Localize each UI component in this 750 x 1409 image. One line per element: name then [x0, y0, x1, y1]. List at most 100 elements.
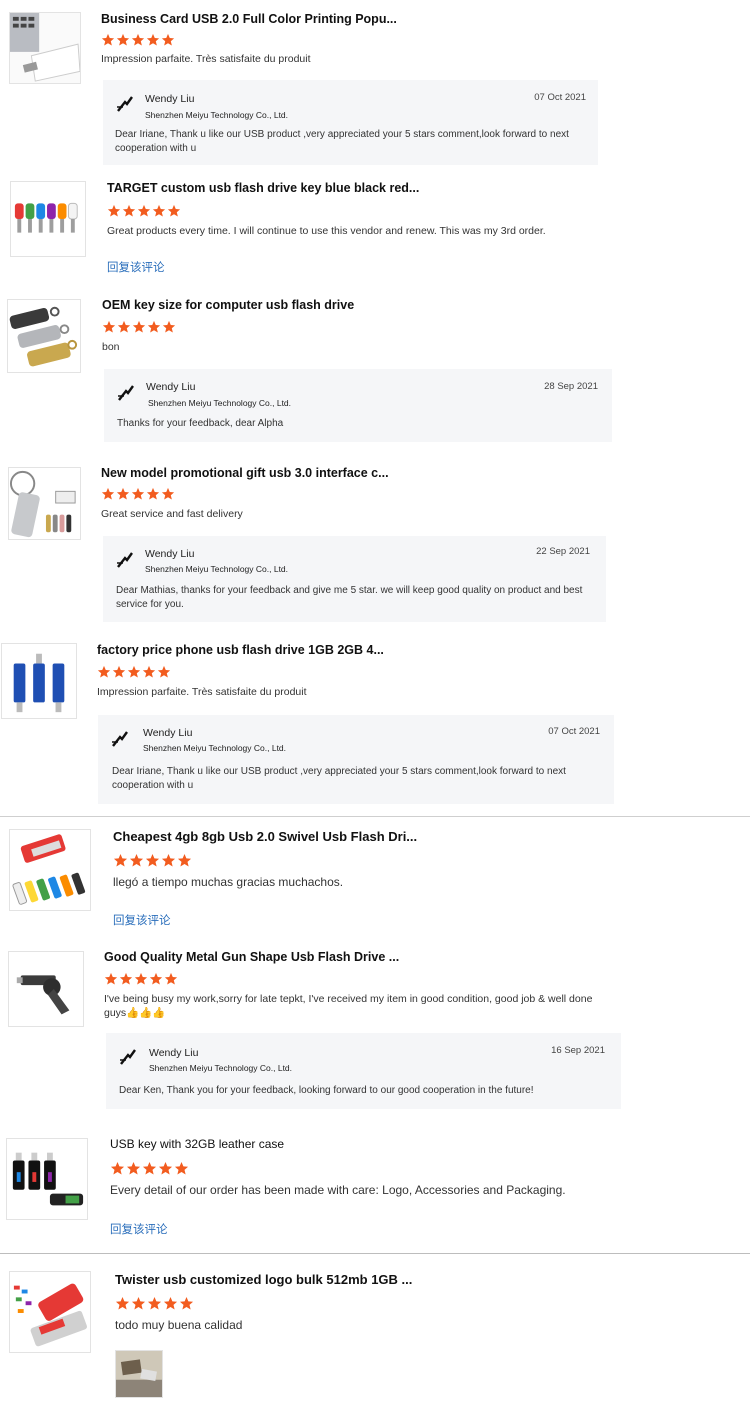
- product-title[interactable]: Twister usb customized logo bulk 512mb 1…: [115, 1272, 412, 1287]
- star-icon: [161, 33, 175, 46]
- product-title[interactable]: factory price phone usb flash drive 1GB …: [97, 643, 384, 657]
- seller-company: Shenzhen Meiyu Technology Co., Ltd.: [149, 1063, 293, 1073]
- star-icon: [161, 487, 175, 500]
- product-thumbnail[interactable]: [7, 299, 81, 373]
- product-thumbnail[interactable]: [10, 181, 86, 257]
- product-title[interactable]: Business Card USB 2.0 Full Color Printin…: [101, 12, 397, 26]
- star-icon: [112, 665, 126, 678]
- star-icon: [137, 204, 151, 217]
- star-icon: [97, 665, 111, 678]
- review-comment: Impression parfaite. Très satisfaite du …: [101, 53, 311, 65]
- product-thumbnail[interactable]: [8, 951, 84, 1027]
- product-thumbnail[interactable]: [1, 643, 77, 719]
- star-icon: [116, 33, 130, 46]
- star-icon: [162, 320, 176, 333]
- star-rating: [113, 853, 192, 868]
- review-comment: Great products every time. I will contin…: [107, 225, 546, 237]
- seller-reply: Wendy Liu Shenzhen Meiyu Technology Co.,…: [106, 1033, 621, 1109]
- review-item: Twister usb customized logo bulk 512mb 1…: [0, 1258, 750, 1409]
- keyring-usb-image: [9, 468, 80, 539]
- star-rating: [110, 1161, 189, 1176]
- product-title[interactable]: New model promotional gift usb 3.0 inter…: [101, 466, 389, 480]
- star-icon: [145, 853, 160, 867]
- star-icon: [147, 1296, 162, 1310]
- star-rating: [107, 204, 181, 218]
- reply-date: 22 Sep 2021: [536, 546, 590, 557]
- leather-case-usb-image: [7, 1139, 87, 1219]
- key-usb-colors-image: [11, 182, 85, 256]
- metal-usb-image: [8, 300, 80, 372]
- star-icon: [174, 1161, 189, 1175]
- customer-photo-thumbnail[interactable]: [115, 1350, 163, 1398]
- section-divider: [0, 1253, 750, 1254]
- reply-to-review-link[interactable]: 回复该评论: [113, 912, 171, 928]
- star-icon: [142, 665, 156, 678]
- review-item: Cheapest 4gb 8gb Usb 2.0 Swivel Usb Flas…: [0, 818, 750, 938]
- reply-date: 16 Sep 2021: [551, 1045, 605, 1056]
- star-icon: [122, 204, 136, 217]
- review-item: USB key with 32GB leather case Every det…: [0, 1128, 750, 1250]
- star-icon: [129, 853, 144, 867]
- star-rating: [104, 972, 178, 986]
- product-thumbnail[interactable]: [6, 1138, 88, 1220]
- seller-reply: Wendy Liu Shenzhen Meiyu Technology Co.,…: [103, 80, 598, 165]
- product-title[interactable]: USB key with 32GB leather case: [110, 1137, 284, 1151]
- star-icon: [101, 487, 115, 500]
- seller-reply: Wendy Liu Shenzhen Meiyu Technology Co.,…: [104, 369, 612, 442]
- seller-logo-icon: [118, 385, 134, 401]
- star-icon: [117, 320, 131, 333]
- review-comment: bon: [102, 341, 120, 353]
- reply-text: Dear Iriane, Thank u like our USB produc…: [112, 766, 566, 791]
- business-card-usb-image: [10, 13, 80, 83]
- star-icon: [167, 204, 181, 217]
- seller-reply: Wendy Liu Shenzhen Meiyu Technology Co.,…: [103, 536, 606, 622]
- seller-name: Wendy Liu: [145, 93, 195, 105]
- product-thumbnail[interactable]: [9, 1271, 91, 1353]
- star-icon: [102, 320, 116, 333]
- seller-logo-icon: [117, 552, 133, 568]
- star-icon: [152, 204, 166, 217]
- blue-swivel-usb-image: [2, 644, 76, 718]
- seller-reply: Wendy Liu Shenzhen Meiyu Technology Co.,…: [98, 715, 614, 804]
- review-item: OEM key size for computer usb flash driv…: [0, 290, 750, 450]
- reply-text: Dear Ken, Thank you for your feedback, l…: [119, 1085, 534, 1096]
- review-comment: llegó a tiempo muchas gracias muchachos.: [113, 875, 344, 889]
- seller-company: Shenzhen Meiyu Technology Co., Ltd.: [148, 398, 292, 408]
- seller-name: Wendy Liu: [146, 381, 196, 393]
- product-title[interactable]: OEM key size for computer usb flash driv…: [102, 298, 354, 312]
- gun-usb-image: [9, 952, 83, 1026]
- reply-text: Thanks for your feedback, dear Alpha: [117, 418, 284, 429]
- star-icon: [107, 204, 121, 217]
- product-title[interactable]: Good Quality Metal Gun Shape Usb Flash D…: [104, 950, 399, 964]
- reply-to-review-link[interactable]: 回复该评论: [107, 259, 165, 275]
- review-comment: Impression parfaite. Très satisfaite du …: [97, 686, 307, 698]
- reply-date: 28 Sep 2021: [544, 381, 598, 392]
- seller-company: Shenzhen Meiyu Technology Co., Ltd.: [145, 564, 289, 574]
- star-icon: [131, 487, 145, 500]
- reply-text: Dear Iriane, Thank u like our USB produc…: [115, 129, 569, 154]
- product-title[interactable]: TARGET custom usb flash drive key blue b…: [107, 181, 419, 195]
- product-thumbnail[interactable]: [9, 829, 91, 911]
- twister-usb-image: [10, 1272, 90, 1352]
- star-icon: [161, 853, 176, 867]
- seller-company: Shenzhen Meiyu Technology Co., Ltd.: [143, 743, 287, 753]
- product-thumbnail[interactable]: [9, 12, 81, 84]
- seller-name: Wendy Liu: [143, 727, 193, 739]
- star-icon: [110, 1161, 125, 1175]
- star-icon: [126, 1161, 141, 1175]
- star-icon: [149, 972, 163, 985]
- star-icon: [177, 853, 192, 867]
- product-thumbnail[interactable]: [8, 467, 81, 540]
- star-icon: [147, 320, 161, 333]
- star-icon: [142, 1161, 157, 1175]
- reply-date: 07 Oct 2021: [548, 726, 600, 737]
- star-icon: [115, 1296, 130, 1310]
- star-icon: [163, 1296, 178, 1310]
- seller-logo-icon: [112, 731, 128, 747]
- product-title[interactable]: Cheapest 4gb 8gb Usb 2.0 Swivel Usb Flas…: [113, 829, 417, 844]
- review-comment: Every detail of our order has been made …: [110, 1183, 566, 1197]
- reply-to-review-link[interactable]: 回复该评论: [110, 1221, 168, 1237]
- swivel-usb-colors-image: [10, 830, 90, 910]
- review-comment: I've being busy my work,sorry for late t…: [104, 993, 593, 1019]
- seller-name: Wendy Liu: [145, 548, 195, 560]
